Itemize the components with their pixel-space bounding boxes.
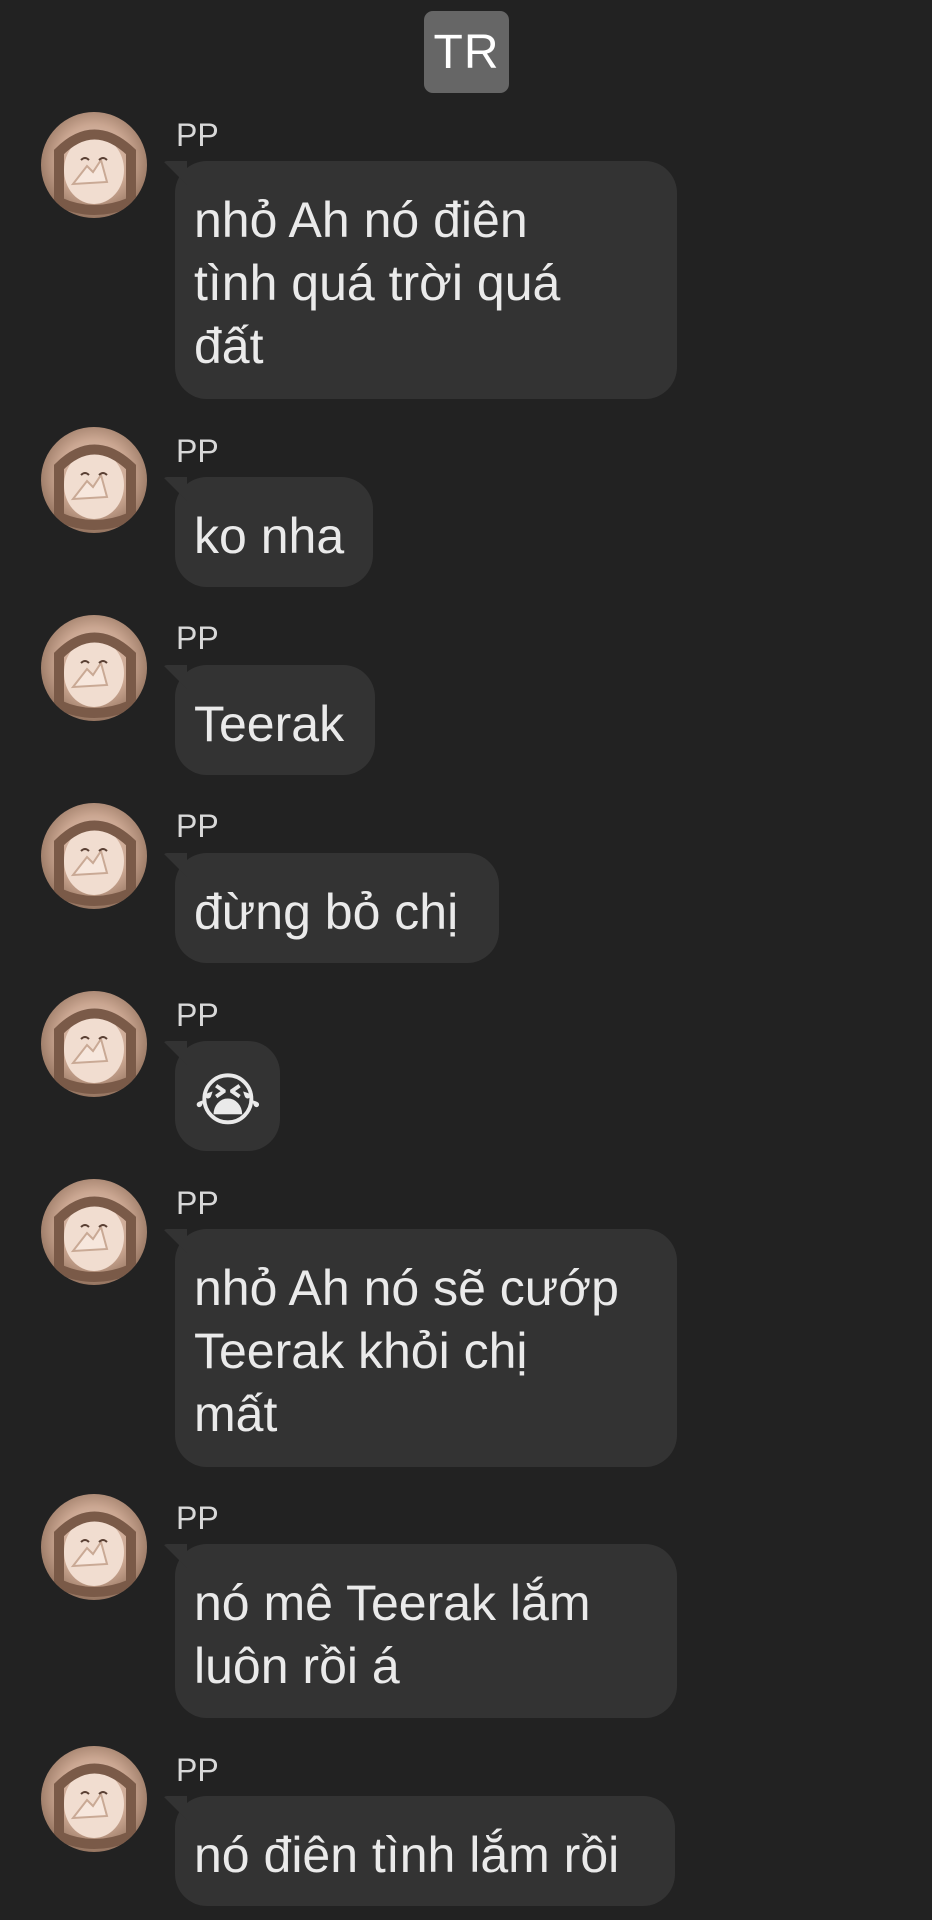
avatar-photo-icon: [54, 1763, 136, 1849]
message-bubble[interactable]: nó mê Teerak lắm luôn rồi á: [175, 1544, 677, 1718]
sender-name: PP: [176, 117, 219, 153]
sender-name: PP: [176, 1500, 219, 1536]
sender-avatar[interactable]: [41, 615, 147, 721]
conversation-initials-badge[interactable]: TR: [424, 11, 509, 93]
message-line: ko nha: [194, 508, 345, 564]
message-line: luôn rồi á: [194, 1638, 400, 1694]
message-line: nhỏ Ah nó sẽ cướp: [194, 1260, 619, 1316]
avatar-photo-icon: [54, 1008, 136, 1094]
sender-avatar[interactable]: [41, 1179, 147, 1285]
message-line: Teerak: [194, 696, 345, 752]
sender-avatar[interactable]: [41, 1746, 147, 1852]
message-line: đất: [194, 318, 264, 374]
loudly-crying-face-icon: 😭: [194, 1066, 262, 1134]
message-line: nhỏ Ah nó điên: [194, 192, 528, 248]
avatar-photo-icon: [54, 632, 136, 718]
message-line: nó điên tình lắm rồi: [194, 1827, 620, 1883]
sender-name: PP: [176, 1752, 219, 1788]
message-line: tình quá trời quá: [194, 255, 561, 311]
sender-name: PP: [176, 433, 219, 469]
sender-name: PP: [176, 1185, 219, 1221]
message-bubble[interactable]: 😭: [175, 1041, 280, 1151]
avatar-photo-icon: [54, 1511, 136, 1597]
sender-name: PP: [176, 808, 219, 844]
sender-avatar[interactable]: [41, 427, 147, 533]
message-bubble[interactable]: Teerak: [175, 665, 375, 775]
avatar-photo-icon: [54, 444, 136, 530]
message-bubble[interactable]: ko nha: [175, 477, 373, 587]
avatar-photo-icon: [54, 1196, 136, 1282]
message-line: đừng bỏ chị: [194, 884, 459, 940]
sender-avatar[interactable]: [41, 991, 147, 1097]
avatar-photo-icon: [54, 129, 136, 215]
message-line: mất: [194, 1386, 278, 1442]
sender-avatar[interactable]: [41, 803, 147, 909]
sender-avatar[interactable]: [41, 112, 147, 218]
sender-avatar[interactable]: [41, 1494, 147, 1600]
message-line: nó mê Teerak lắm: [194, 1575, 591, 1631]
sender-name: PP: [176, 997, 219, 1033]
avatar-photo-icon: [54, 820, 136, 906]
message-line: Teerak khỏi chị: [194, 1323, 528, 1379]
message-bubble[interactable]: đừng bỏ chị: [175, 853, 499, 963]
message-bubble[interactable]: nhỏ Ah nó điên tình quá trời quá đất: [175, 161, 677, 399]
message-bubble[interactable]: nhỏ Ah nó sẽ cướp Teerak khỏi chị mất: [175, 1229, 677, 1467]
message-bubble[interactable]: nó điên tình lắm rồi: [175, 1796, 675, 1906]
sender-name: PP: [176, 620, 219, 656]
